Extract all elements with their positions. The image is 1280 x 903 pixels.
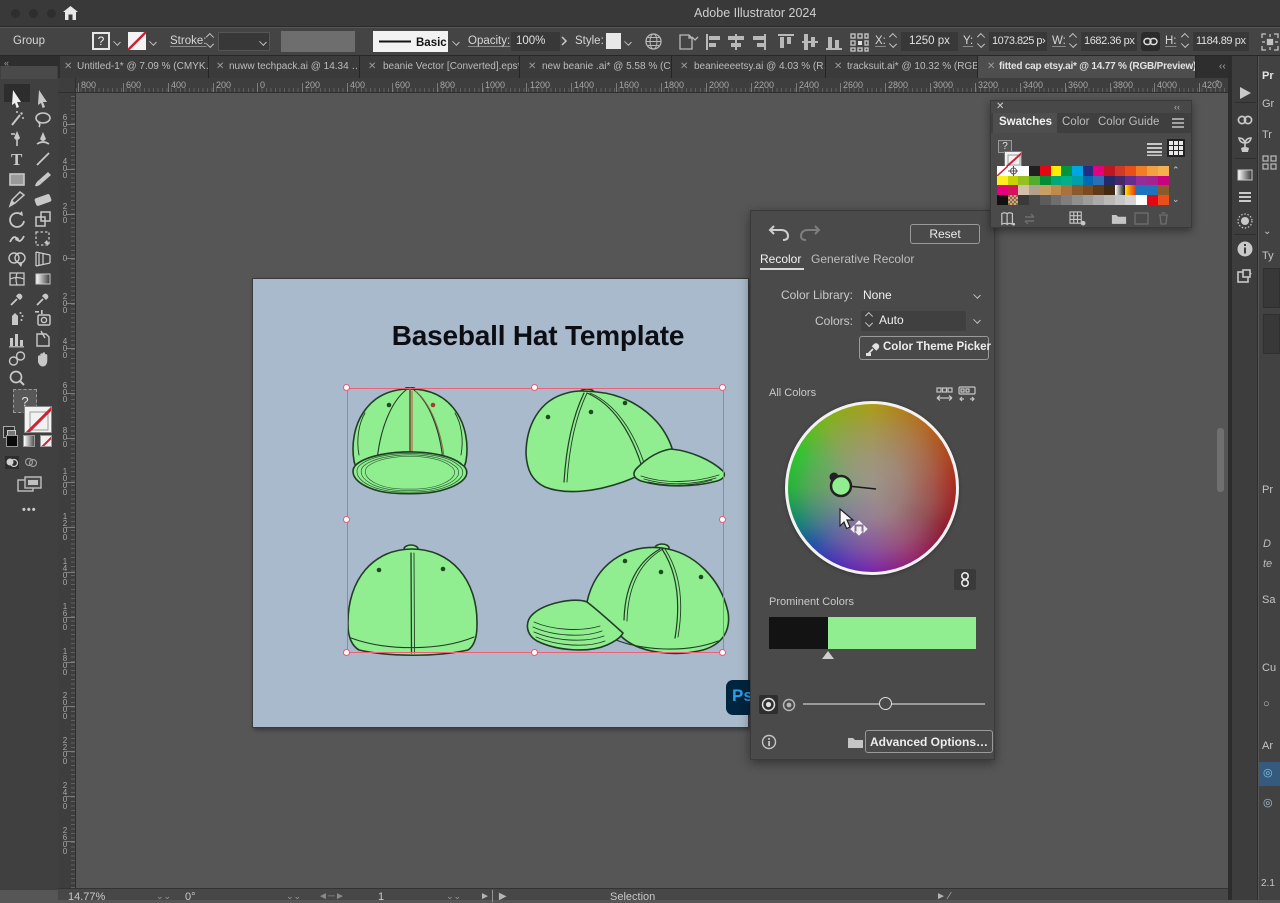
svg-text:Basic: Basic [416, 37, 447, 49]
svg-text:T: T [11, 150, 23, 169]
